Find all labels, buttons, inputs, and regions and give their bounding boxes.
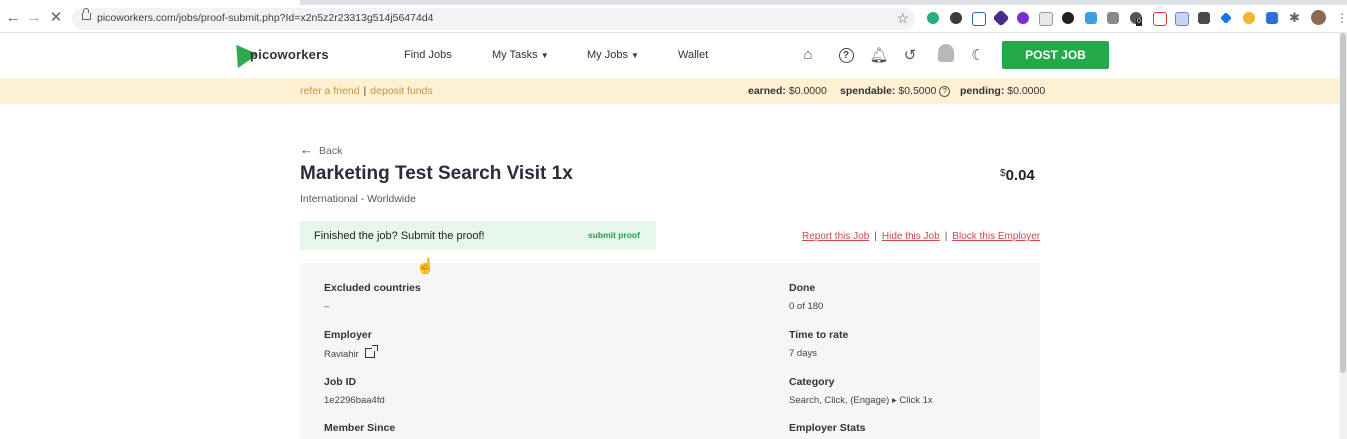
extension-icon-13[interactable] [1198, 12, 1210, 24]
nav-find-jobs[interactable]: Find Jobs [404, 49, 452, 61]
extension-icon-6[interactable] [1039, 12, 1053, 26]
nav-wallet[interactable]: Wallet [678, 49, 708, 61]
hide-job-link[interactable]: Hide this Job [882, 231, 940, 242]
pending-balance: pending: $0.0000 [960, 85, 1045, 97]
lock-icon[interactable] [82, 8, 91, 20]
history-icon[interactable]: ↺ [900, 46, 920, 64]
employer-value: Raviahir [324, 345, 378, 360]
url-text[interactable]: picoworkers.com/jobs/proof-submit.php?Id… [97, 12, 434, 24]
job-id-label: Job ID [324, 376, 357, 388]
excluded-countries-label: Excluded countries [324, 282, 421, 294]
extension-icon-4[interactable] [992, 9, 1010, 27]
post-job-button[interactable]: POST JOB [1002, 41, 1109, 69]
block-employer-link[interactable]: Block this Employer [952, 231, 1040, 242]
nav-my-tasks[interactable]: My Tasks ▼ [492, 49, 549, 61]
extension-icon-7[interactable] [1062, 12, 1074, 24]
job-region: International - Worldwide [300, 193, 416, 205]
extension-icon-2[interactable] [950, 12, 962, 24]
back-arrow-icon: ← [300, 142, 313, 157]
hand-cursor-icon: ☝ [416, 258, 435, 275]
time-to-rate-value: 7 days [789, 348, 817, 359]
job-id-value: 1e2296baa4fd [324, 395, 385, 406]
question-icon[interactable]: ? [939, 86, 951, 97]
moon-icon[interactable]: ☾ [968, 46, 988, 64]
done-value: 0 of 180 [789, 301, 824, 312]
external-link-icon[interactable] [364, 345, 378, 358]
category-value: Search, Click, (Engage) ▸ Click 1x [789, 395, 933, 406]
done-label: Done [789, 282, 816, 294]
back-arrow-icon[interactable]: ← [4, 9, 22, 27]
grammarly-extension-icon[interactable] [927, 12, 939, 24]
employer-name[interactable]: Raviahir [324, 349, 359, 360]
submit-proof-button[interactable]: submit proof [588, 230, 640, 240]
excluded-countries-value: – [324, 301, 330, 312]
page-scrollbar[interactable] [1339, 33, 1347, 439]
earned-balance: earned: $0.0000 [748, 85, 827, 97]
user-avatar-icon[interactable] [936, 44, 956, 66]
site-header: picoworkers Find Jobs My Tasks ▼ My Jobs… [0, 33, 1347, 78]
address-bar[interactable]: picoworkers.com/jobs/proof-submit.php?Id… [72, 8, 915, 30]
member-since-label: Member Since [324, 422, 396, 434]
employer-stats-label: Employer Stats [789, 422, 866, 434]
job-actions: Report this Job | Hide this Job | Block this… [802, 231, 1040, 242]
logo-text: picoworkers [250, 47, 329, 62]
scrollbar-thumb[interactable] [1340, 33, 1346, 373]
proof-prompt: Finished the job? Submit the proof! [314, 230, 485, 242]
back-link[interactable]: ← Back [300, 142, 342, 157]
extension-icon-8[interactable] [1085, 12, 1097, 24]
job-price: $0.04 [1000, 167, 1035, 184]
nav-my-jobs[interactable]: My Jobs ▼ [587, 49, 639, 61]
bell-icon[interactable]: 🔔︎ [869, 46, 889, 64]
extension-icon-3[interactable] [972, 12, 986, 26]
help-icon[interactable]: ? [836, 45, 856, 63]
spendable-balance: spendable: $0.5000? [840, 85, 951, 97]
time-to-rate-label: Time to rate [789, 329, 849, 341]
pending-value: $0.0000 [1007, 85, 1046, 97]
job-title: Marketing Test Search Visit 1x [300, 163, 573, 184]
puzzle-icon[interactable]: ✱ [1289, 11, 1301, 24]
extension-icon-15[interactable] [1243, 12, 1255, 24]
deposit-funds-link[interactable]: deposit funds [370, 85, 432, 97]
price-value: 0.04 [1005, 167, 1035, 184]
separator: | [363, 85, 367, 97]
report-job-link[interactable]: Report this Job [802, 231, 869, 242]
earned-value: $0.0000 [788, 85, 827, 97]
balance-links: refer a friend | deposit funds [300, 85, 433, 97]
forward-arrow-icon[interactable]: → [25, 9, 43, 27]
chrome-menu-icon[interactable]: ⋮ [1336, 12, 1347, 24]
browser-toolbar: ← → ✕ picoworkers.com/jobs/proof-submit.… [0, 5, 1347, 33]
caret-down-icon: ▼ [540, 51, 549, 60]
spendable-label: spendable: [840, 85, 896, 97]
caret-down-icon: ▼ [631, 51, 639, 60]
profile-avatar-icon[interactable] [1311, 10, 1326, 25]
spendable-value: $0.5000 [898, 85, 937, 97]
translate-extension-icon[interactable] [1266, 12, 1278, 24]
stop-icon[interactable]: ✕ [47, 9, 65, 27]
category-label: Category [789, 376, 835, 388]
extension-icon-5[interactable] [1017, 12, 1029, 24]
earned-label: earned: [748, 85, 786, 97]
refer-friend-link[interactable]: refer a friend [300, 85, 360, 97]
balance-bar: refer a friend | deposit funds earned: $0.… [0, 78, 1347, 104]
star-icon[interactable]: ☆ [896, 10, 909, 27]
pending-label: pending: [960, 85, 1005, 97]
nav-my-tasks-label: My Tasks [492, 49, 538, 61]
extension-icon-11[interactable] [1153, 12, 1167, 26]
separator: | [874, 231, 877, 242]
back-label: Back [319, 145, 343, 157]
employer-label: Employer [324, 329, 372, 341]
nav-my-jobs-label: My Jobs [587, 49, 628, 61]
extension-icon-9[interactable] [1107, 12, 1119, 24]
extension-icon-10[interactable]: 0 [1130, 12, 1142, 26]
separator: | [944, 231, 948, 242]
proof-box: Finished the job? Submit the proof! subm… [300, 221, 656, 250]
extension-badge: 0 [1136, 18, 1142, 26]
extension-icon-14[interactable] [1220, 12, 1232, 24]
org-chart-icon[interactable]: ⌂ [798, 46, 818, 63]
job-details-panel: Excluded countries – Employer Raviahir J… [300, 263, 1040, 439]
extension-icon-12[interactable] [1175, 12, 1189, 26]
